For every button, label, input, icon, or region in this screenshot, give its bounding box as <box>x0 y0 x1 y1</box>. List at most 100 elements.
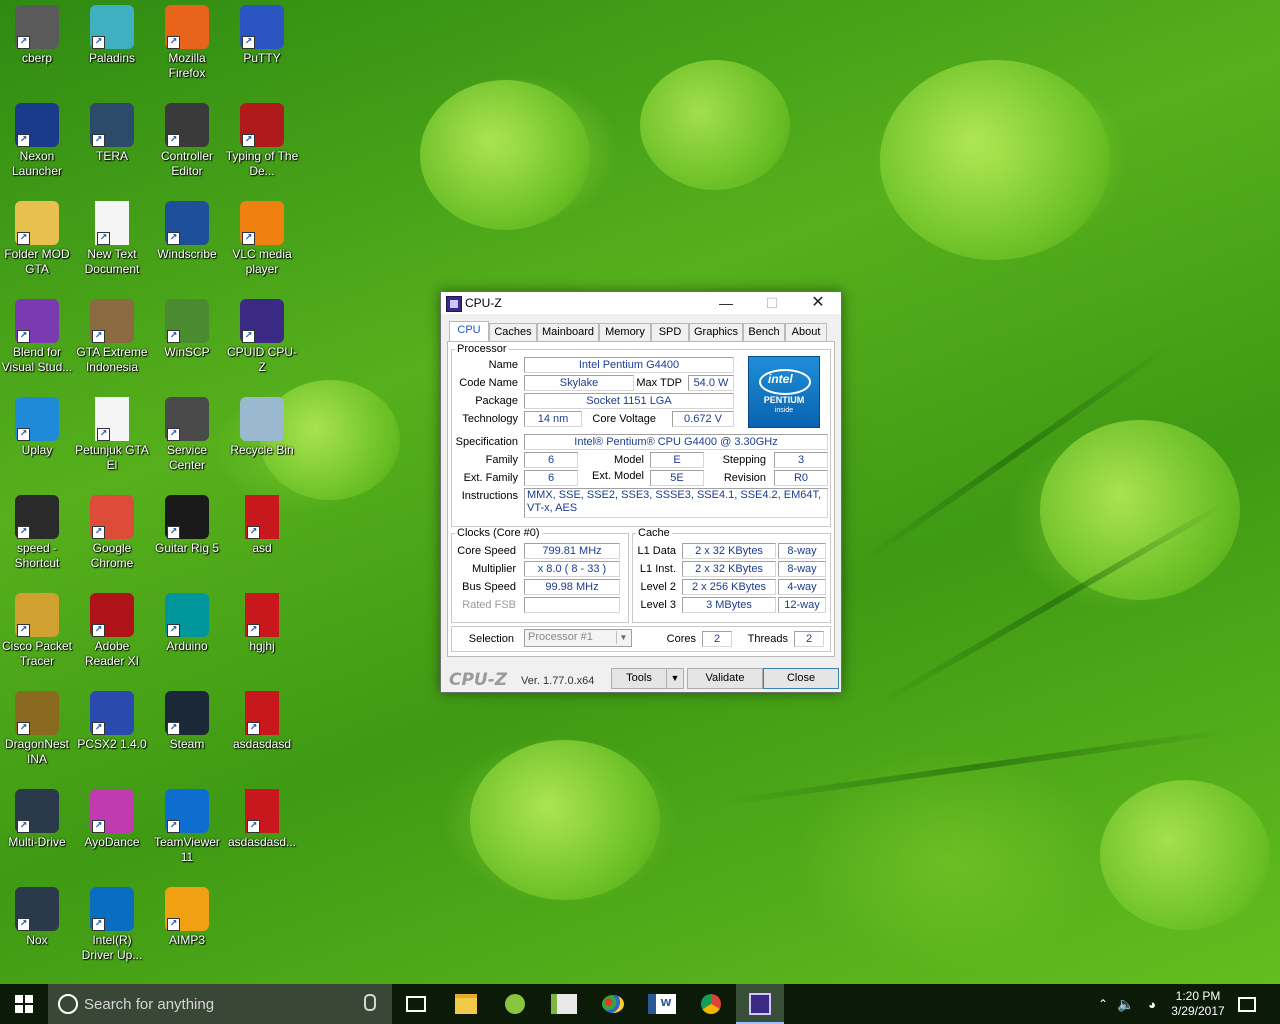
desktop-icon[interactable]: ↗ hgjhj <box>225 590 299 654</box>
desktop-icon[interactable]: ↗ speed - Shortcut <box>0 492 74 571</box>
desktop-icon[interactable]: ↗ Nexon Launcher <box>0 100 74 179</box>
shortcut-arrow-icon: ↗ <box>167 428 180 441</box>
desktop-icon[interactable]: ↗ asdasdasd <box>225 688 299 752</box>
desktop-icon[interactable]: ↗ Mozilla Firefox <box>150 2 224 81</box>
windows-logo-icon <box>15 995 33 1013</box>
desktop-icon-label: PuTTY <box>243 51 281 65</box>
extfamily-value: 6 <box>524 470 578 486</box>
desktop-icon[interactable]: ↗ Windscribe <box>150 198 224 262</box>
desktop-icon-label: Arduino <box>166 639 208 653</box>
desktop-icon[interactable]: ↗ TeamViewer 11 <box>150 786 224 865</box>
shortcut-arrow-icon: ↗ <box>97 428 110 441</box>
android-app-button[interactable] <box>491 984 539 1024</box>
file-explorer-button[interactable] <box>442 984 490 1024</box>
desktop-icon[interactable]: ↗ PCSX2 1.4.0 <box>75 688 149 752</box>
desktop-icon[interactable]: ↗ AIMP3 <box>150 884 224 948</box>
chrome-button[interactable] <box>687 984 735 1024</box>
shortcut-arrow-icon: ↗ <box>167 134 180 147</box>
clock[interactable]: 1:20 PM 3/29/2017 <box>1166 984 1230 1024</box>
word-button[interactable]: W <box>638 984 686 1024</box>
desktop-icon[interactable]: ↗ Paladins <box>75 2 149 66</box>
notification-icon <box>1238 996 1256 1012</box>
action-center-button[interactable] <box>1234 984 1260 1024</box>
desktop-icon[interactable]: ↗ Arduino <box>150 590 224 654</box>
app-button[interactable] <box>540 984 588 1024</box>
desktop-icon[interactable]: ↗ Blend for Visual Stud... <box>0 296 74 375</box>
corespeed-value: 799.81 MHz <box>524 543 620 559</box>
paint-button[interactable] <box>589 984 637 1024</box>
tab-spd[interactable]: SPD <box>651 323 689 341</box>
tools-dropdown-icon[interactable]: ▼ <box>666 668 684 689</box>
desktop-icon-label: Mozilla Firefox <box>168 51 206 80</box>
cpuz-window[interactable]: CPU-Z — ☐ ✕ CPU Caches Mainboard Memory … <box>440 291 842 693</box>
desktop-icon[interactable]: ↗ Steam <box>150 688 224 752</box>
shortcut-arrow-icon: ↗ <box>247 624 260 637</box>
desktop-icon[interactable]: ↗ Guitar Rig 5 <box>150 492 224 556</box>
desktop-icon[interactable]: ↗ Typing of The De... <box>225 100 299 179</box>
window-title: CPU-Z <box>465 296 502 310</box>
tab-graphics[interactable]: Graphics <box>689 323 743 341</box>
volume-icon[interactable]: 🔈 <box>1116 984 1136 1024</box>
close-button[interactable]: Close <box>763 668 839 689</box>
tab-caches[interactable]: Caches <box>489 323 537 341</box>
blend-icon: ↗ <box>15 299 59 343</box>
desktop-icon[interactable]: ↗ Adobe Reader XI <box>75 590 149 669</box>
desktop-icon[interactable]: ↗ Multi-Drive <box>0 786 74 850</box>
desktop-icon[interactable]: Recycle Bin <box>225 394 299 458</box>
task-view-button[interactable] <box>392 984 440 1024</box>
desktop-icon[interactable]: ↗ PuTTY <box>225 2 299 66</box>
desktop-icon[interactable]: ↗ Petunjuk GTA El <box>75 394 149 473</box>
inside-logo-text: inside <box>774 407 794 414</box>
minimize-button[interactable]: — <box>703 292 749 314</box>
desktop-icon[interactable]: ↗ TERA <box>75 100 149 164</box>
desktop-icon-label: Windscribe <box>157 247 217 261</box>
desktop-icon[interactable]: ↗ Nox <box>0 884 74 948</box>
desktop-icon[interactable]: ↗ Intel(R) Driver Up... <box>75 884 149 963</box>
wifi-icon[interactable]: ◕ <box>1142 984 1162 1024</box>
desktop-icon[interactable]: ↗ Uplay <box>0 394 74 458</box>
validate-button[interactable]: Validate <box>687 668 763 689</box>
package-label: Package <box>475 395 518 407</box>
close-window-button[interactable]: ✕ <box>795 292 841 314</box>
desktop-icon[interactable]: ↗ Controller Editor <box>150 100 224 179</box>
tab-about[interactable]: About <box>785 323 827 341</box>
desktop-icon[interactable]: ↗ Cisco Packet Tracer <box>0 590 74 669</box>
file-explorer-icon <box>455 994 477 1014</box>
show-hidden-icons[interactable]: ⌃ <box>1094 984 1112 1024</box>
desktop-icon[interactable]: ↗ DragonNest INA <box>0 688 74 767</box>
tab-memory[interactable]: Memory <box>599 323 651 341</box>
extmodel-value: 5E <box>650 470 704 486</box>
desktop-icon[interactable]: ↗ GTA Extreme Indonesia <box>75 296 149 375</box>
maximize-button[interactable]: ☐ <box>749 292 795 314</box>
winscp-icon: ↗ <box>165 299 209 343</box>
adobe-reader-icon: ↗ <box>90 593 134 637</box>
l1data-value: 2 x 32 KBytes <box>682 543 776 559</box>
desktop-icon[interactable]: ↗ Service Center <box>150 394 224 473</box>
shortcut-arrow-icon: ↗ <box>92 526 105 539</box>
desktop-icon[interactable]: ↗ CPUID CPU-Z <box>225 296 299 375</box>
desktop-icon[interactable]: ↗ New Text Document <box>75 198 149 277</box>
tab-bench[interactable]: Bench <box>743 323 785 341</box>
tools-button[interactable]: Tools <box>611 668 667 689</box>
search-box[interactable]: Search for anything <box>48 984 392 1024</box>
desktop-icon[interactable]: ↗ asdasdasd... <box>225 786 299 850</box>
desktop-icon[interactable]: ↗ Google Chrome <box>75 492 149 571</box>
desktop-icon[interactable]: ↗ cberp <box>0 2 74 66</box>
cpuz-taskbar-button[interactable] <box>736 984 784 1024</box>
model-label: Model <box>614 454 644 466</box>
desktop-icon[interactable]: ↗ WinSCP <box>150 296 224 360</box>
title-bar[interactable]: CPU-Z — ☐ ✕ <box>441 292 841 314</box>
processor-select[interactable]: Processor #1 ▼ <box>524 629 632 647</box>
desktop-icon-label: DragonNest INA <box>4 737 70 766</box>
tab-cpu[interactable]: CPU <box>449 321 489 342</box>
desktop-icon[interactable]: ↗ asd <box>225 492 299 556</box>
desktop-icon[interactable]: ↗ VLC media player <box>225 198 299 277</box>
text-document-icon: ↗ <box>95 397 129 441</box>
start-button[interactable] <box>0 984 48 1024</box>
desktop-icon[interactable]: ↗ Folder MOD GTA <box>0 198 74 277</box>
desktop-icon[interactable]: ↗ AyoDance <box>75 786 149 850</box>
nox-icon: ↗ <box>15 789 59 833</box>
tab-mainboard[interactable]: Mainboard <box>537 323 599 341</box>
desktop-icon-label: New Text Document <box>84 247 140 276</box>
microphone-icon[interactable] <box>364 994 376 1011</box>
